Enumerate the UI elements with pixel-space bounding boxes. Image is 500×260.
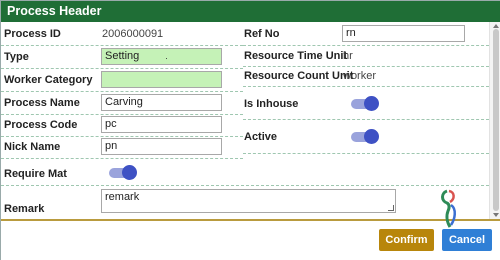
process-code-label: Process Code	[4, 119, 78, 131]
toggle-knob	[364, 96, 379, 111]
company-logo-icon	[441, 189, 456, 228]
toggle-knob	[122, 165, 137, 180]
ref-no-value: rn	[346, 27, 356, 39]
cancel-button[interactable]: Cancel	[442, 229, 492, 251]
nick-name-input[interactable]: pn	[101, 138, 222, 155]
row-divider	[1, 185, 489, 186]
active-label: Active	[244, 131, 278, 143]
dialog-header: Process Header	[1, 1, 500, 22]
process-id-value: 2006000091	[102, 28, 164, 40]
resource-count-unit-label: Resource Count Unit	[244, 70, 354, 82]
row-divider	[1, 91, 243, 92]
dialog-body[interactable]: Process ID 2006000091 Type Setting · Wor…	[1, 22, 489, 219]
scrollbar-thumb[interactable]	[493, 29, 499, 211]
vertical-scrollbar[interactable]	[489, 22, 500, 219]
ref-no-label: Ref No	[244, 28, 280, 40]
process-header-dialog: Process Header Process ID 2006000091 Typ…	[0, 0, 500, 260]
resource-time-unit-label: Resource Time Unit	[244, 50, 348, 62]
resource-count-unit-value: worker	[343, 70, 377, 82]
confirm-button[interactable]: Confirm	[379, 229, 434, 251]
nick-name-value: pn	[105, 140, 118, 152]
row-divider	[243, 66, 489, 67]
process-name-input[interactable]: Carving	[101, 94, 222, 111]
row-divider	[243, 119, 489, 120]
remark-value: remark	[105, 191, 140, 203]
dialog-footer: Confirm Cancel	[1, 219, 500, 260]
nick-name-label: Nick Name	[4, 141, 61, 153]
process-name-label: Process Name	[4, 97, 80, 109]
require-mat-label: Require Mat	[4, 168, 67, 180]
resource-time-unit-value: hr	[343, 50, 353, 62]
row-divider	[1, 45, 243, 46]
remark-textarea[interactable]: remark	[101, 189, 396, 213]
row-divider	[1, 136, 243, 137]
row-divider	[1, 68, 243, 69]
process-code-input[interactable]: pc	[101, 116, 222, 133]
row-divider	[1, 158, 243, 159]
type-marker: ·	[165, 53, 168, 63]
row-divider	[1, 114, 243, 115]
process-name-value: Carving	[105, 96, 143, 108]
worker-category-label: Worker Category	[4, 74, 93, 86]
row-divider	[243, 45, 489, 46]
worker-category-select[interactable]	[101, 71, 222, 88]
process-id-label: Process ID	[4, 28, 61, 40]
ref-no-input[interactable]: rn	[342, 25, 465, 42]
is-inhouse-label: Is Inhouse	[244, 98, 299, 110]
resize-grip-icon[interactable]	[388, 205, 394, 211]
remark-label: Remark	[4, 203, 45, 215]
type-select[interactable]: Setting ·	[101, 48, 222, 65]
process-code-value: pc	[105, 118, 117, 130]
scroll-up-arrow-icon[interactable]	[493, 24, 499, 28]
row-divider	[243, 153, 489, 154]
toggle-knob	[364, 129, 379, 144]
require-mat-toggle[interactable]	[109, 165, 137, 181]
scroll-down-arrow-icon[interactable]	[493, 213, 499, 217]
type-value: Setting	[105, 50, 140, 62]
dialog-title: Process Header	[7, 4, 102, 18]
active-toggle[interactable]	[351, 129, 379, 145]
is-inhouse-toggle[interactable]	[351, 96, 379, 112]
row-divider	[243, 86, 489, 87]
type-label: Type	[4, 51, 29, 63]
